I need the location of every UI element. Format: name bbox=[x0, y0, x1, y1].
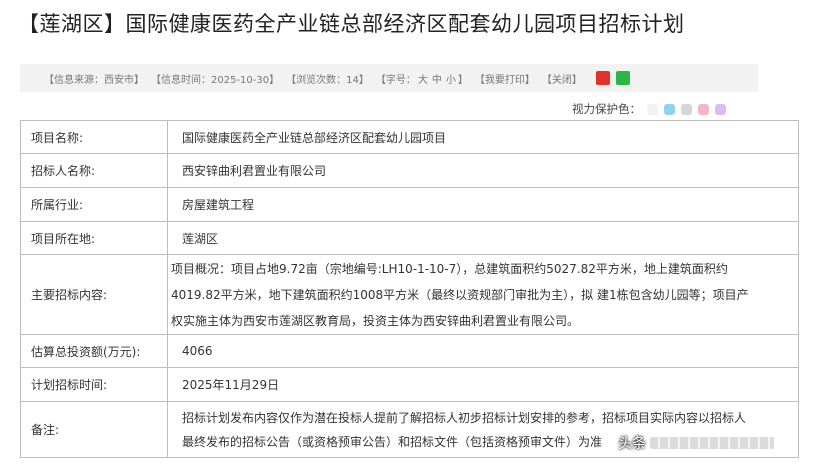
table-row: 估算总投资额(万元): 4066 bbox=[20, 334, 799, 368]
font-size-medium[interactable]: 中 bbox=[432, 75, 442, 86]
watermark-text: 头条 bbox=[618, 436, 646, 452]
content-line: 项目概况：项目占地9.72亩（宗地编号:LH10-1-10-7），总建筑面积约5… bbox=[171, 261, 728, 276]
table-row: 计划招标时间: 2025年11月29日 bbox=[20, 367, 799, 402]
row-value: 国际健康医药全产业链总部经济区配套幼儿园项目 bbox=[167, 120, 799, 154]
row-label: 计划招标时间: bbox=[20, 367, 168, 402]
info-bar: 【信息来源：西安市】 【信息时间：2025-10-30】 【浏览次数：14】 【… bbox=[20, 64, 758, 92]
eye-color-swatch[interactable] bbox=[698, 103, 709, 115]
wechat-share-icon[interactable] bbox=[615, 71, 630, 85]
eye-color-swatch[interactable] bbox=[681, 103, 692, 115]
font-size-small[interactable]: 小 bbox=[446, 75, 456, 86]
print-link[interactable]: 【我要打印】 bbox=[475, 71, 535, 86]
table-row: 项目所在地: 莲湖区 bbox=[20, 221, 799, 255]
project-info-table: 项目名称: 国际健康医药全产业链总部经济区配套幼儿园项目 招标人名称: 西安锌曲… bbox=[20, 120, 799, 458]
row-label: 所属行业: bbox=[20, 187, 168, 222]
font-size-control: 【字号：大中小】 bbox=[376, 71, 468, 86]
font-size-prefix: 【字号： bbox=[375, 74, 416, 86]
info-views: 【浏览次数：14】 bbox=[286, 74, 369, 86]
eye-protect-bar: 视力保护色： bbox=[572, 101, 726, 117]
row-label: 项目名称: bbox=[20, 120, 168, 154]
row-value: 西安锌曲利君置业有限公司 bbox=[167, 153, 799, 188]
font-size-suffix: 】 bbox=[457, 74, 468, 86]
row-label: 主要招标内容: bbox=[20, 254, 168, 335]
blurred-username bbox=[650, 437, 774, 449]
page-title: 【莲湖区】国际健康医药全产业链总部经济区配套幼儿园项目招标计划 bbox=[18, 12, 685, 36]
share-buttons bbox=[595, 71, 630, 85]
eye-color-swatch[interactable] bbox=[647, 103, 658, 115]
font-size-large[interactable]: 大 bbox=[418, 75, 428, 86]
eye-protect-label: 视力保护色： bbox=[572, 102, 641, 116]
row-value: 房屋建筑工程 bbox=[167, 187, 799, 222]
row-label: 项目所在地: bbox=[20, 221, 168, 255]
row-label: 招标人名称: bbox=[20, 153, 168, 188]
row-value: 2025年11月29日 bbox=[167, 367, 799, 402]
content-line: 权实施主体为西安市莲湖区教育局，投资主体为西安锌曲利君置业有限公司。 bbox=[171, 313, 580, 328]
table-row: 招标人名称: 西安锌曲利君置业有限公司 bbox=[20, 153, 799, 188]
content-line: 4019.82平方米，地下建筑面积约1008平方米（最终以资规部门审批为主），拟… bbox=[171, 287, 749, 302]
toutiao-watermark: 头条 bbox=[618, 430, 818, 456]
row-value: 项目概况：项目占地9.72亩（宗地编号:LH10-1-10-7），总建筑面积约5… bbox=[167, 254, 799, 335]
table-row: 项目名称: 国际健康医药全产业链总部经济区配套幼儿园项目 bbox=[20, 120, 799, 154]
info-source: 【信息来源：西安市】 bbox=[44, 74, 144, 86]
note-line: 招标计划发布内容仅作为潜在投标人提前了解招标人初步招标计划安排的参考，招标项目实… bbox=[182, 411, 747, 425]
table-row: 所属行业: 房屋建筑工程 bbox=[20, 187, 799, 222]
weibo-share-icon[interactable] bbox=[595, 71, 610, 85]
eye-color-swatch[interactable] bbox=[664, 103, 675, 115]
row-label: 估算总投资额(万元): bbox=[20, 334, 168, 368]
table-row: 主要招标内容: 项目概况：项目占地9.72亩（宗地编号:LH10-1-10-7）… bbox=[20, 254, 799, 335]
row-value: 4066 bbox=[167, 334, 799, 368]
close-link[interactable]: 【关闭】 bbox=[542, 71, 582, 86]
row-label: 备注: bbox=[20, 401, 168, 458]
info-time: 【信息时间：2025-10-30】 bbox=[151, 74, 280, 86]
row-value: 莲湖区 bbox=[167, 221, 799, 255]
eye-color-swatch[interactable] bbox=[715, 103, 726, 115]
